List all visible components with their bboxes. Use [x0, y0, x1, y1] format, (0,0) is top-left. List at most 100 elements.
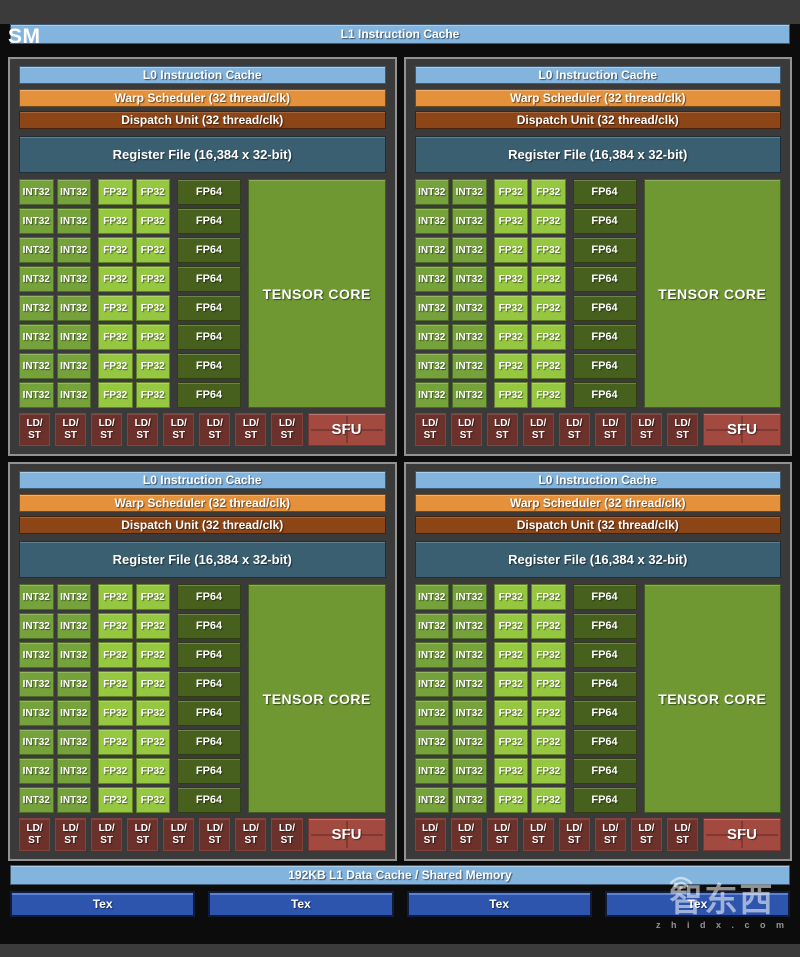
fp64-core: FP64: [573, 729, 637, 755]
ldst-sfu-row: LD/STLD/STLD/STLD/STLD/STLD/STLD/STLD/ST…: [415, 413, 782, 446]
tensor-core-label: TENSOR CORE: [658, 691, 766, 707]
warp-scheduler-bar: Warp Scheduler (32 thread/clk): [415, 494, 782, 512]
fp32-core: FP32: [98, 584, 133, 610]
int32-core: INT32: [415, 382, 450, 408]
fp32-core: FP32: [531, 179, 566, 205]
dispatch-unit-bar: Dispatch Unit (32 thread/clk): [415, 516, 782, 534]
core-grid: INT32INT32INT32INT32INT32INT32INT32INT32…: [415, 179, 782, 408]
sm-title: SM: [8, 25, 41, 49]
fp32-core: FP32: [494, 758, 529, 784]
ldst-label-line1: LD/: [638, 823, 654, 835]
ldst-label-line1: LD/: [26, 823, 42, 835]
fp64-core: FP64: [177, 613, 241, 639]
int32-core: INT32: [19, 758, 54, 784]
ldst-label-line1: LD/: [674, 418, 690, 430]
sm-partition: L0 Instruction Cache Warp Scheduler (32 …: [8, 462, 397, 861]
int32-core: INT32: [452, 382, 487, 408]
tensor-core-block: TENSOR CORE: [644, 179, 782, 408]
ldst-label-line2: ST: [245, 835, 258, 847]
fp32-core: FP32: [494, 787, 529, 813]
int32-core: INT32: [452, 266, 487, 292]
int32-core: INT32: [415, 237, 450, 263]
int32-core: INT32: [415, 613, 450, 639]
fp32-core: FP32: [494, 266, 529, 292]
tensor-core-block: TENSOR CORE: [248, 179, 386, 408]
fp32-core: FP32: [98, 179, 133, 205]
ldst-label-line2: ST: [676, 835, 689, 847]
fp64-core: FP64: [573, 613, 637, 639]
ldst-label-line1: LD/: [279, 823, 295, 835]
sfu-unit: SFU: [703, 413, 781, 446]
ldst-label-line2: ST: [100, 430, 113, 442]
int32-core: INT32: [19, 584, 54, 610]
fp64-core: FP64: [573, 295, 637, 321]
ldst-label-line1: LD/: [530, 823, 546, 835]
ldst-label-line1: LD/: [207, 418, 223, 430]
fp32-core: FP32: [531, 758, 566, 784]
int32-core: INT32: [415, 584, 450, 610]
fp32-core: FP32: [531, 700, 566, 726]
fp32-core: FP32: [136, 324, 171, 350]
fp64-core: FP64: [177, 266, 241, 292]
ldst-unit: LD/ST: [235, 818, 266, 851]
fp32-core: FP32: [494, 584, 529, 610]
ldst-unit: LD/ST: [55, 413, 86, 446]
l0-instruction-cache-bar: L0 Instruction Cache: [415, 66, 782, 84]
int32-core: INT32: [452, 700, 487, 726]
sm-partition: L0 Instruction Cache Warp Scheduler (32 …: [404, 462, 793, 861]
int32-core: INT32: [19, 295, 54, 321]
ldst-unit: LD/ST: [415, 413, 446, 446]
ldst-label-line2: ST: [28, 430, 41, 442]
fp32-core: FP32: [494, 353, 529, 379]
fp32-core: FP32: [494, 642, 529, 668]
fp32-core: FP32: [136, 671, 171, 697]
l0-instruction-cache-bar: L0 Instruction Cache: [19, 66, 386, 84]
int32-core: INT32: [452, 324, 487, 350]
int32-core-block: INT32INT32INT32INT32INT32INT32INT32INT32…: [415, 584, 487, 813]
int32-core: INT32: [57, 584, 92, 610]
fp32-core: FP32: [98, 613, 133, 639]
fp32-core: FP32: [531, 266, 566, 292]
ldst-label-line1: LD/: [638, 418, 654, 430]
fp32-core: FP32: [98, 700, 133, 726]
sfu-label: SFU: [332, 421, 362, 438]
fp64-core: FP64: [573, 324, 637, 350]
fp64-core: FP64: [573, 700, 637, 726]
int32-core: INT32: [19, 787, 54, 813]
fp32-core: FP32: [98, 353, 133, 379]
ldst-label-line2: ST: [676, 430, 689, 442]
int32-core: INT32: [19, 700, 54, 726]
ldst-label-line2: ST: [136, 835, 149, 847]
ldst-label-line1: LD/: [458, 418, 474, 430]
int32-core: INT32: [57, 642, 92, 668]
ldst-label-line2: ST: [64, 835, 77, 847]
sm-partition: L0 Instruction Cache Warp Scheduler (32 …: [404, 57, 793, 456]
ldst-unit: LD/ST: [271, 413, 302, 446]
fp64-core: FP64: [573, 382, 637, 408]
int32-core: INT32: [452, 758, 487, 784]
ldst-label-line1: LD/: [26, 418, 42, 430]
int32-core: INT32: [452, 179, 487, 205]
ldst-unit: LD/ST: [631, 818, 662, 851]
warp-scheduler-bar: Warp Scheduler (32 thread/clk): [19, 494, 386, 512]
sfu-unit: SFU: [308, 818, 386, 851]
fp32-core: FP32: [136, 729, 171, 755]
int32-core: INT32: [415, 208, 450, 234]
tex-units-row: TexTexTexTex: [10, 891, 790, 917]
int32-core: INT32: [452, 353, 487, 379]
fp32-core: FP32: [531, 237, 566, 263]
int32-core: INT32: [452, 671, 487, 697]
ldst-label-line1: LD/: [422, 418, 438, 430]
int32-core: INT32: [57, 729, 92, 755]
int32-core: INT32: [57, 613, 92, 639]
int32-core: INT32: [452, 642, 487, 668]
int32-core: INT32: [57, 700, 92, 726]
fp32-core: FP32: [136, 787, 171, 813]
ldst-unit: LD/ST: [487, 818, 518, 851]
fp64-core: FP64: [177, 584, 241, 610]
int32-core: INT32: [415, 324, 450, 350]
int32-core: INT32: [452, 787, 487, 813]
sfu-label: SFU: [332, 826, 362, 843]
fp32-core: FP32: [98, 382, 133, 408]
fp32-core: FP32: [136, 266, 171, 292]
